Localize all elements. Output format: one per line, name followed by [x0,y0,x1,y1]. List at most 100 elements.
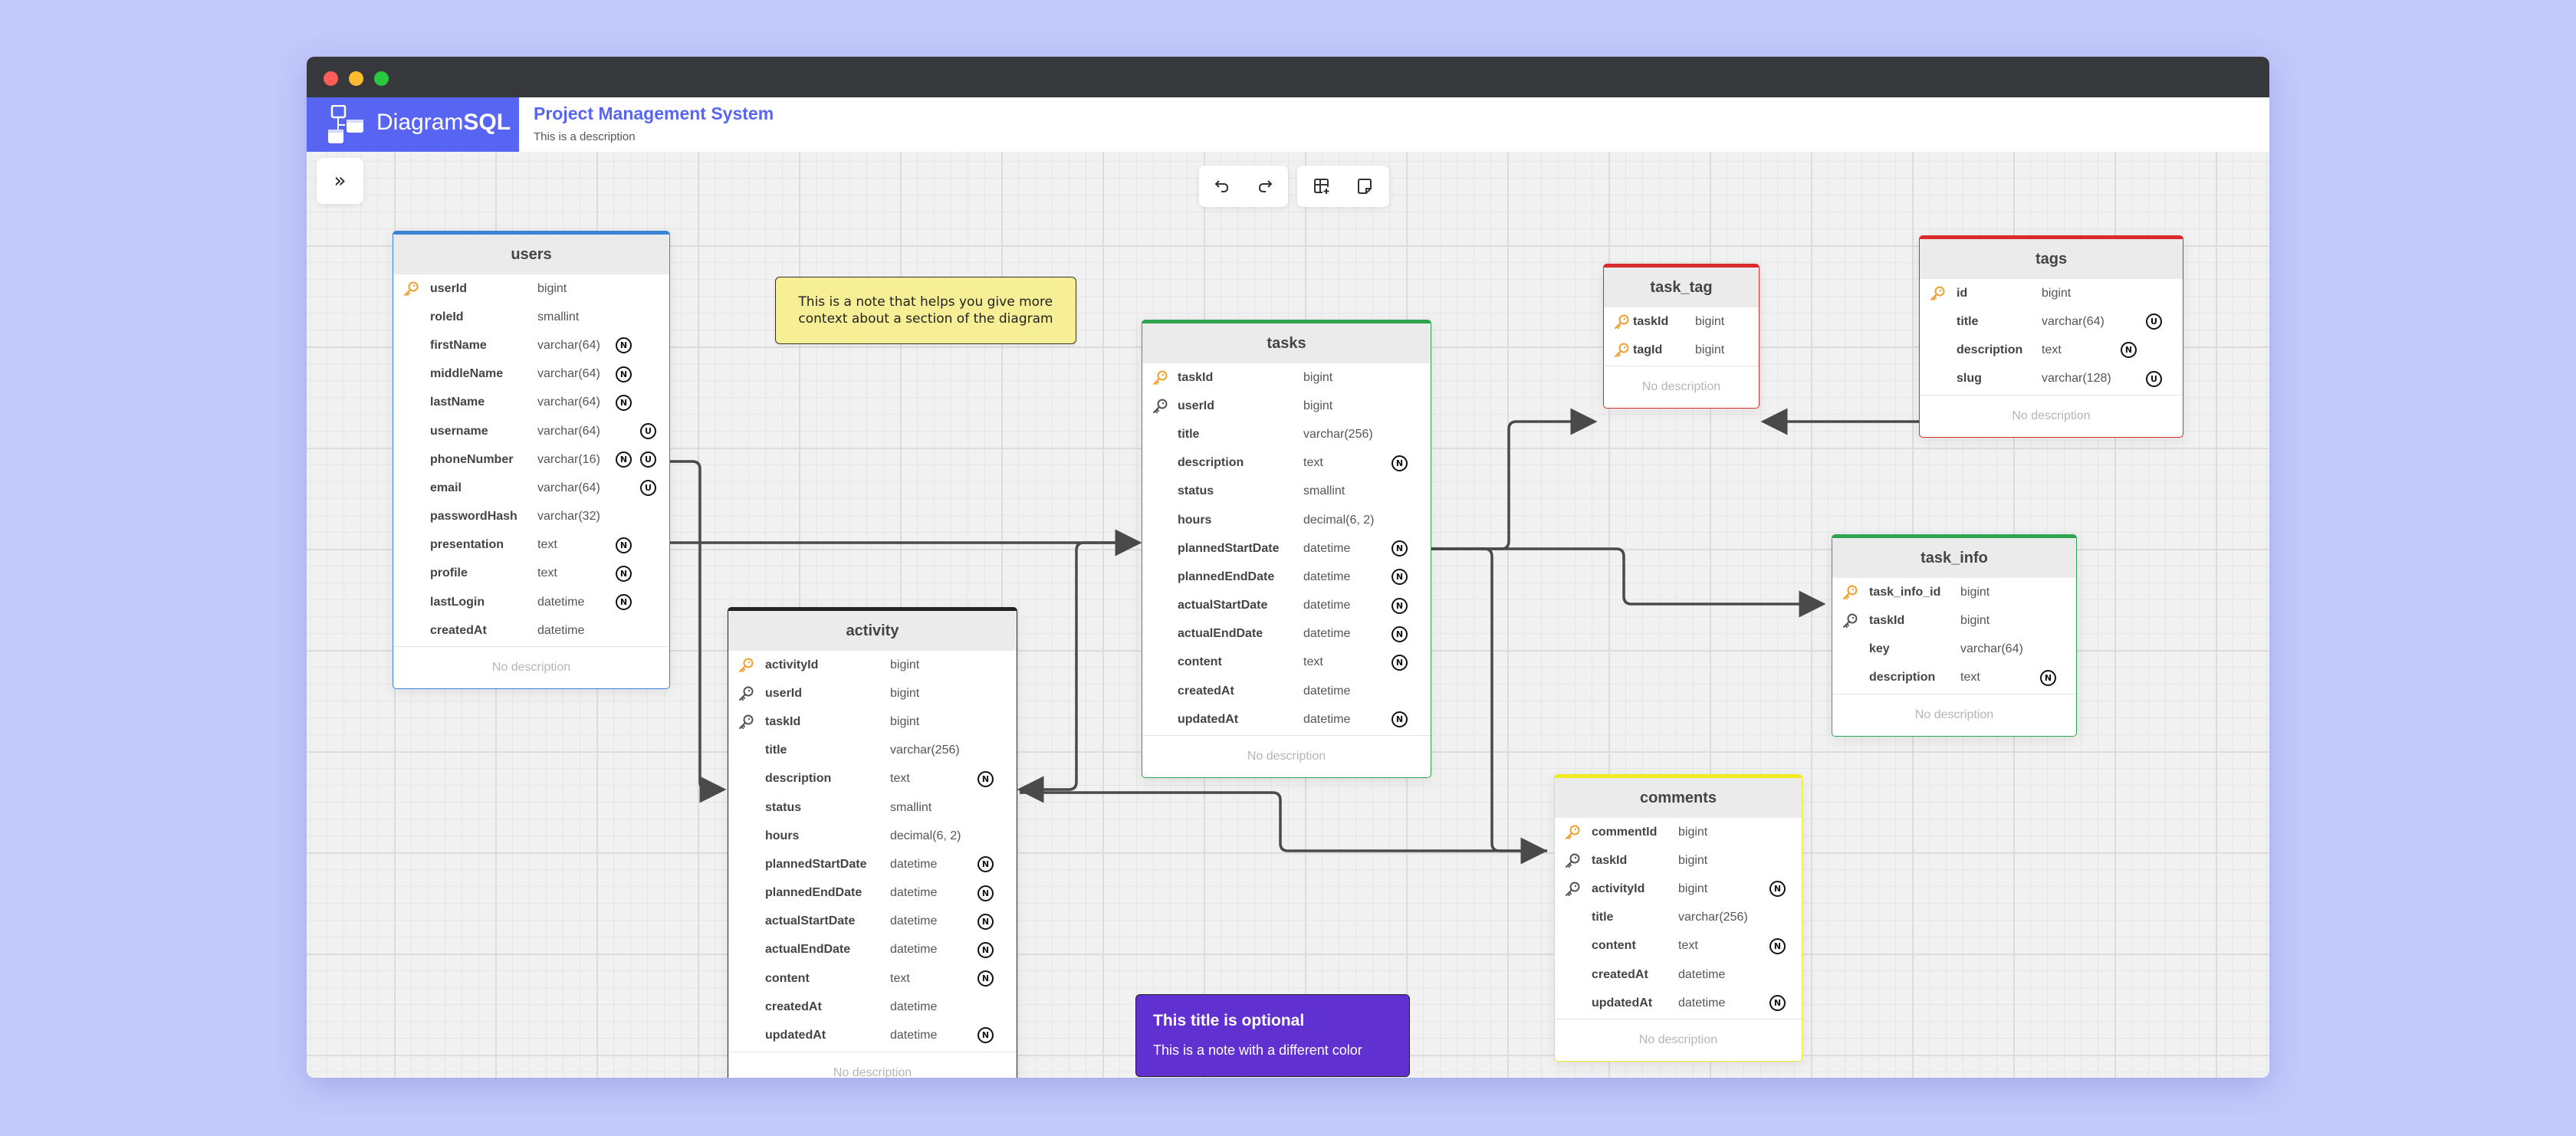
maximize-window-button[interactable] [374,71,389,86]
column-row[interactable]: content text N [1555,932,1802,960]
column-row[interactable]: createdAt datetime [393,616,669,645]
column-row[interactable]: actualStartDate datetime N [728,908,1017,936]
diagram-canvas[interactable]: » This is a note that helps you give mor… [307,152,2269,1078]
column-row[interactable]: taskId bigint [1832,606,2076,635]
project-description[interactable]: This is a description [534,130,636,143]
column-row[interactable]: username varchar(64) U [393,417,669,445]
table-description[interactable]: No description [1555,1019,1802,1061]
column-row[interactable]: hours decimal(6, 2) [1142,506,1431,534]
table-header[interactable]: users [393,235,669,274]
sidebar-toggle-button[interactable]: » [317,158,363,204]
column-row[interactable]: presentation text N [393,531,669,560]
table-description[interactable]: No description [1920,394,2183,437]
column-row[interactable]: taskId bigint [1555,846,1802,875]
column-row[interactable]: phoneNumber varchar(16) N U [393,445,669,474]
column-row[interactable]: activityId bigint N [1555,875,1802,903]
column-row[interactable]: middleName varchar(64) N [393,360,669,389]
link-users-activity[interactable] [670,460,727,803]
table-tasks[interactable]: tasks taskId bigint userId bigint title varcha… [1142,320,1431,779]
column-row[interactable]: status smallint [728,793,1017,822]
table-tags[interactable]: tags id bigint title varchar(64) Udescription… [1919,235,2183,438]
column-row[interactable]: slug varchar(128) U [1920,365,2183,393]
column-row[interactable]: title varchar(256) [728,737,1017,765]
link-tasks-comments[interactable] [1431,547,1548,865]
column-type: datetime [1678,996,1726,1010]
column-row[interactable]: title varchar(64) U [1920,307,2183,336]
table-task-tag[interactable]: task_tag taskId bigint tagId bigint No descri… [1603,264,1760,409]
column-row[interactable]: title varchar(256) [1142,420,1431,448]
column-row[interactable]: taskId bigint [728,708,1017,736]
column-row[interactable]: createdAt datetime [1142,677,1431,705]
link-activity-comments[interactable] [1020,791,1547,852]
table-header[interactable]: task_info [1832,538,2076,578]
column-row[interactable]: description text N [1832,664,2076,692]
note-purple[interactable]: This title is optional This is a note wi… [1135,994,1410,1077]
column-row[interactable]: key varchar(64) [1832,635,2076,663]
column-row[interactable]: content text N [728,964,1017,993]
table-header[interactable]: tags [1920,239,2183,279]
column-row[interactable]: email varchar(64) U [393,474,669,502]
link-tasks-tasktag[interactable] [1431,408,1598,550]
table-description[interactable]: No description [1142,735,1431,777]
column-row[interactable]: updatedAt datetime N [1142,705,1431,734]
minimize-window-button[interactable] [349,71,363,86]
column-row[interactable]: passwordHash varchar(32) [393,503,669,531]
add-note-button[interactable] [1349,171,1380,202]
table-header[interactable]: activity [728,611,1017,651]
column-row[interactable]: taskId bigint [1604,307,1759,336]
table-users[interactable]: users userId bigint roleId smallint firstName… [393,231,670,690]
link-tasks-activity[interactable] [1017,541,1139,803]
column-row[interactable]: actualEndDate datetime N [1142,620,1431,648]
column-row[interactable]: lastName varchar(64) N [393,389,669,417]
column-row[interactable]: updatedAt datetime N [728,1021,1017,1049]
table-task-info[interactable]: task_info task_info_id bigint taskId bigint k… [1832,534,2077,737]
column-row[interactable]: commentId bigint [1555,818,1802,846]
column-row[interactable]: content text N [1142,648,1431,677]
column-row[interactable]: plannedStartDate datetime N [728,850,1017,878]
column-row[interactable]: createdAt datetime [728,993,1017,1021]
project-title[interactable]: Project Management System [534,103,774,124]
column-row[interactable]: title varchar(256) [1555,904,1802,932]
column-row[interactable]: lastLogin datetime N [393,588,669,616]
table-description[interactable]: No description [728,1051,1017,1078]
logo[interactable]: DiagramSQL [307,97,519,152]
column-row[interactable]: plannedEndDate datetime N [728,879,1017,908]
column-row[interactable]: status smallint [1142,478,1431,506]
column-row[interactable]: plannedEndDate datetime N [1142,563,1431,591]
link-tasks-taskinfo[interactable] [1431,547,1826,618]
close-window-button[interactable] [324,71,338,86]
add-table-button[interactable] [1306,171,1337,202]
column-row[interactable]: actualEndDate datetime N [728,936,1017,964]
redo-button[interactable] [1250,171,1280,202]
column-row[interactable]: userId bigint [393,274,669,303]
column-row[interactable]: description text N [1142,449,1431,478]
column-row[interactable]: hours decimal(6, 2) [728,822,1017,850]
column-row[interactable]: tagId bigint [1604,336,1759,364]
undo-button[interactable] [1207,171,1237,202]
column-row[interactable]: profile text N [393,560,669,588]
column-row[interactable]: taskId bigint [1142,363,1431,392]
table-description[interactable]: No description [1604,366,1759,408]
table-comments[interactable]: comments commentId bigint taskId bigint activ… [1554,774,1802,1062]
column-row[interactable]: userId bigint [728,679,1017,708]
column-row[interactable]: id bigint [1920,279,2183,307]
table-header[interactable]: comments [1555,778,1802,818]
column-row[interactable]: firstName varchar(64) N [393,331,669,360]
column-row[interactable]: updatedAt datetime N [1555,989,1802,1017]
column-row[interactable]: description text N [728,765,1017,793]
column-row[interactable]: userId bigint [1142,392,1431,420]
table-header[interactable]: tasks [1142,323,1431,363]
column-row[interactable]: createdAt datetime [1555,960,1802,989]
table-header[interactable]: task_tag [1604,268,1759,307]
column-row[interactable]: plannedStartDate datetime N [1142,534,1431,563]
column-row[interactable]: actualStartDate datetime N [1142,592,1431,620]
table-description[interactable]: No description [1832,693,2076,736]
table-description[interactable]: No description [393,646,669,688]
column-row[interactable]: task_info_id bigint [1832,578,2076,606]
column-row[interactable]: roleId smallint [393,303,669,331]
note-yellow[interactable]: This is a note that helps you give more c… [775,277,1076,344]
column-row[interactable]: description text N [1920,336,2183,364]
table-activity[interactable]: activity activityId bigint userId bigint task… [728,607,1017,1078]
column-row[interactable]: activityId bigint [728,651,1017,679]
column-type: decimal(6, 2) [890,829,961,842]
